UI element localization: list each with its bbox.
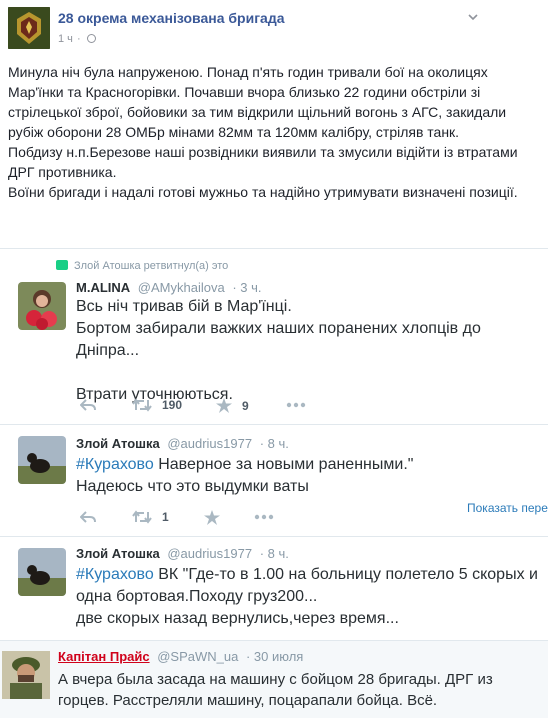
tweet-author-name[interactable]: Капітан Прайс	[58, 649, 150, 664]
reply-icon[interactable]	[80, 510, 96, 524]
avatar[interactable]	[2, 651, 50, 699]
tweet-header: Капітан Прайс @SPaWN_ua · 30 июля	[58, 649, 303, 664]
avatar[interactable]	[18, 282, 66, 330]
tweet-actions: 190 9	[76, 398, 376, 416]
tweet-time[interactable]: · 30 июля	[246, 649, 303, 664]
fb-post-header: 28 окрема механізована бригада 1 ч ·	[0, 0, 548, 56]
like-button[interactable]: 9	[216, 398, 249, 413]
avatar[interactable]	[18, 548, 66, 596]
post-meta: 1 ч ·	[58, 33, 96, 45]
retweet-count: 190	[162, 398, 183, 412]
retweet-icon	[132, 398, 152, 412]
divider	[0, 248, 548, 249]
tweet-author-handle[interactable]: @AMykhailova	[138, 280, 225, 295]
quoted-tweet[interactable]: Капітан Прайс @SPaWN_ua · 30 июля А вчер…	[0, 640, 548, 718]
tweet-author-name[interactable]: Злой Атошка	[76, 436, 160, 451]
star-icon	[204, 510, 220, 525]
reply-icon[interactable]	[80, 398, 96, 412]
retweet-button[interactable]: 190	[132, 398, 182, 412]
retweet-button[interactable]: 1	[132, 510, 169, 524]
brigade-emblem-avatar[interactable]	[8, 7, 50, 49]
tweet-header: M.ALINA @AMykhailova · 3 ч.	[76, 280, 262, 295]
hashtag-link[interactable]: #Курахово	[76, 456, 154, 473]
divider	[0, 536, 548, 537]
tweet-time[interactable]: · 8 ч.	[260, 546, 289, 561]
show-more-link[interactable]: Показать пере	[467, 501, 548, 515]
tweet-author-name[interactable]: M.ALINA	[76, 280, 130, 295]
divider	[0, 424, 548, 425]
globe-icon	[86, 34, 96, 43]
like-count: 9	[242, 398, 249, 413]
chevron-down-icon[interactable]	[466, 10, 480, 24]
post-body: Минула ніч була напруженою. Понад п'ять …	[8, 64, 518, 200]
tweet-header: Злой Атошка @audrius1977 · 8 ч.	[76, 436, 289, 451]
like-button[interactable]	[204, 510, 220, 525]
retweet-icon	[132, 510, 152, 524]
avatar[interactable]	[18, 436, 66, 484]
tweet-time[interactable]: · 3 ч.	[232, 280, 261, 295]
tweet-text: Всь ніч тривав бій в Мар'їнці. Бортом за…	[76, 298, 481, 403]
hashtag-link[interactable]: #Курахово	[76, 566, 154, 583]
star-icon	[216, 398, 232, 413]
tweet-author-handle[interactable]: @audrius1977	[167, 546, 252, 561]
tweet-author-name[interactable]: Злой Атошка	[76, 546, 160, 561]
retweet-note: Злой Атошка ретвитнул(а) это	[56, 260, 228, 272]
tweet-author-handle[interactable]: @audrius1977	[167, 436, 252, 451]
retweet-count: 1	[162, 510, 169, 524]
tweet-header: Злой Атошка @audrius1977 · 8 ч.	[76, 546, 289, 561]
tweet-actions: 1	[76, 510, 376, 528]
page-name-link[interactable]: 28 окрема механізована бригада	[58, 10, 285, 26]
tweet-text: #Курахово Наверное за новыми раненными."…	[76, 456, 414, 495]
retweet-icon	[56, 260, 68, 270]
more-icon[interactable]	[254, 514, 274, 520]
tweet-time[interactable]: · 8 ч.	[260, 436, 289, 451]
more-icon[interactable]	[286, 402, 306, 408]
tweet-text: #Курахово ВК "Где-то в 1.00 на больницу …	[76, 566, 538, 627]
post-time[interactable]: 1 ч	[58, 33, 73, 45]
tweet-author-handle[interactable]: @SPaWN_ua	[157, 649, 238, 664]
tweet-text: А вчера была засада на машину с бойцом 2…	[58, 671, 493, 709]
